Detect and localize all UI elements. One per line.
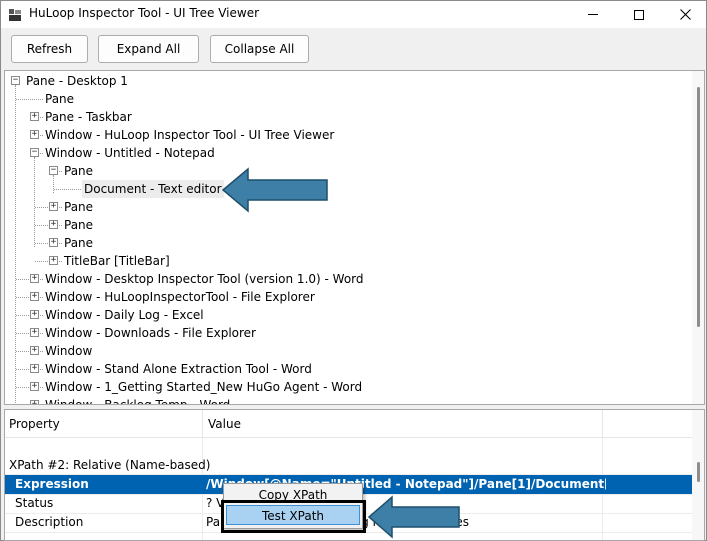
app-icon [9,9,21,21]
property-name: Status [15,496,54,510]
tree-node-label: Document - Text editor [82,180,224,198]
tree-node-label: Pane [64,218,94,232]
maximize-icon [634,9,644,20]
grid-scroll-thumb[interactable] [697,462,700,482]
tree-node-label: Window [45,344,93,358]
minimize-button[interactable] [570,1,616,28]
expand-icon[interactable]: + [30,328,39,337]
annotation-arrow-left-icon [367,495,460,539]
tree-node-label: Pane - Desktop 1 [26,74,128,88]
grid-header: Property Value [5,410,704,438]
maximize-button[interactable] [616,1,662,28]
tree-node-label: Window - HuLoopInspectorTool - File Expl… [45,290,315,304]
property-name: Expression [15,477,89,491]
expand-icon[interactable]: + [30,346,39,355]
expand-icon[interactable]: + [49,238,58,247]
tree-node-label: Pane [64,200,94,214]
expand-icon[interactable]: + [30,274,39,283]
tree-node-label: TitleBar [TitleBar] [64,254,170,268]
close-button[interactable] [662,1,707,28]
grid-section-row: XPath #2: Relative (Name-based) [5,456,693,475]
tree-node-label: Window - Daily Log - Excel [45,308,204,322]
expand-icon[interactable]: + [49,256,58,265]
tree-node-label: Pane - Taskbar [45,110,132,124]
window-title: HuLoop Inspector Tool - UI Tree Viewer [29,6,260,20]
annotation-arrow-left-icon [221,167,328,213]
tree-node-label: Window - Desktop Inspector Tool (version… [45,272,364,286]
ui-tree-view[interactable]: − Pane - Desktop 1 Pane + Pane - Taskbar… [4,70,705,405]
expand-icon[interactable]: + [30,310,39,319]
main-window: HuLoop Inspector Tool - UI Tree Viewer R… [0,0,707,541]
section-label: XPath #2: Relative (Name-based) [9,458,211,472]
column-header-property[interactable]: Property [9,417,60,431]
expand-icon[interactable]: + [30,400,39,404]
expand-icon[interactable]: + [30,130,39,139]
tree-node-label: Pane [64,236,94,250]
column-header-value[interactable]: Value [208,417,241,431]
expand-icon[interactable]: + [49,220,58,229]
collapse-icon[interactable]: − [30,148,39,157]
collapse-all-button[interactable]: Collapse All [210,35,309,63]
expand-all-button[interactable]: Expand All [98,35,199,63]
collapse-icon[interactable]: − [11,76,20,85]
minimize-icon [588,14,598,15]
property-name: Description [15,515,84,529]
tree-node-label: Pane [45,92,75,106]
expand-icon[interactable]: + [30,292,39,301]
collapse-icon[interactable]: − [49,166,58,175]
tree-node-label: Window - Downloads - File Explorer [45,326,256,340]
close-icon [679,9,691,20]
tree-node-label: Window - Untitled - Notepad [45,146,215,160]
tree-scrollbar[interactable] [692,71,704,404]
tree-node-label: Pane [64,164,94,178]
expand-icon[interactable]: + [30,382,39,391]
grid-scrollbar[interactable] [692,410,704,540]
tree-node-label: Window - Stand Alone Extraction Tool - W… [45,362,312,376]
tree-scroll-thumb[interactable] [697,87,700,327]
tree-node-label: Window - 1_Getting Started_New HuGo Agen… [45,380,363,394]
refresh-button[interactable]: Refresh [11,35,88,63]
tree-node-label: Window - HuLoop Inspector Tool - UI Tree… [45,128,335,142]
title-bar: HuLoop Inspector Tool - UI Tree Viewer [1,1,706,28]
annotation-highlight-box [221,500,366,533]
tree-node-label: Window - Backlog Temp - Word [45,396,230,404]
expand-icon[interactable]: + [49,202,58,211]
expand-icon[interactable]: + [30,364,39,373]
expand-icon[interactable]: + [30,112,39,121]
